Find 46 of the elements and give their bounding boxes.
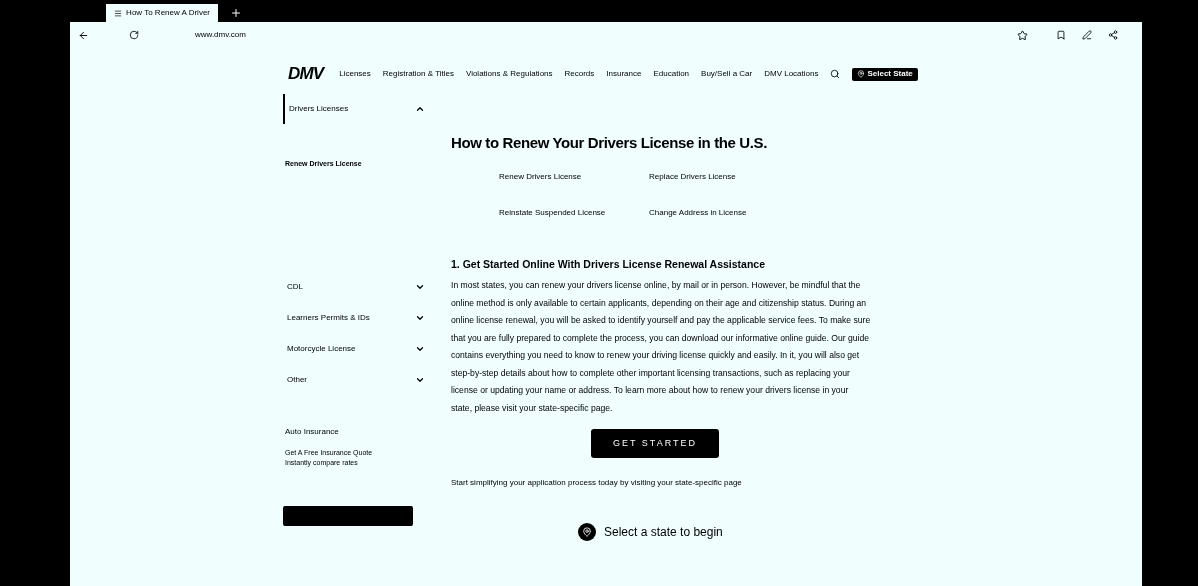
select-state-button[interactable]: Select State [852, 67, 918, 81]
nav-link[interactable]: Violations & Regulations [465, 68, 553, 80]
topic-link[interactable]: Renew Drivers License [499, 170, 649, 183]
topic-link[interactable]: Replace Drivers License [649, 170, 799, 183]
page-title: How to Renew Your Drivers License in the U.S. [451, 133, 768, 153]
sidebar-section[interactable]: Learners Permits & IDs [283, 302, 431, 334]
logo[interactable]: DMV [288, 61, 324, 87]
tab-title: How To Renew A Driver [126, 7, 210, 19]
sidebar-section[interactable]: CDL [283, 271, 431, 303]
page-icon [114, 8, 123, 18]
new-tab-icon[interactable] [230, 7, 242, 19]
nav-link[interactable]: Insurance [606, 68, 642, 80]
section-title: 1. Get Started Online With Drivers License Renewal Assistance [451, 256, 767, 272]
nav-link[interactable]: Buy/Sell a Car [701, 68, 753, 80]
browser-tab[interactable]: How To Renew A Driver [106, 4, 218, 22]
topic-link[interactable]: Change Address in License [649, 206, 799, 219]
sidebar-section[interactable]: Motorcycle License [283, 333, 431, 365]
star-icon[interactable] [1017, 29, 1028, 41]
search-icon[interactable] [830, 69, 841, 79]
nav-link[interactable]: Records [564, 68, 595, 80]
sidebar-section[interactable]: Drivers Licenses [283, 94, 431, 124]
back-icon[interactable] [78, 29, 89, 41]
pen-icon[interactable] [1082, 30, 1092, 40]
bookmark-icon[interactable] [1056, 30, 1066, 40]
chevron-down-icon [415, 344, 425, 354]
pin-icon [578, 523, 596, 542]
body-paragraph: In most states, you can renew your drivers license online, by mail or in person. However, be mindful that the online method is only available to certain applicants, depending on their age and citizenship status. During an online license renewal, you will be asked to identify yourself and pay the applicable service fees. To make sure that you are fully prepared to complete the process, you can download our informative online guide. Our guide contains everything you need to know to renew your driving license quickly and easily. In it, you will also get step-by-step details about how to complete other important licensing transactions, such as replacing your license or updating your name or address. To learn more about how to renew your drivers license in your state, please visit your state-specific page. [451, 279, 871, 415]
select-state-prompt[interactable]: Select a state to begin [604, 523, 723, 542]
chevron-down-icon [415, 313, 425, 323]
note-text: Start simplifying your application process today by visiting your state-specific page [451, 477, 743, 490]
nav-link[interactable]: Licenses [339, 68, 371, 80]
map-pin-icon [857, 70, 866, 78]
get-started-button[interactable]: GET STARTED [591, 429, 719, 459]
promo-title: Auto Insurance [284, 425, 340, 438]
chevron-up-icon [415, 104, 425, 114]
topic-link[interactable]: Reinstate Suspended License [499, 206, 649, 219]
quote-button[interactable] [283, 505, 413, 526]
sidebar-section[interactable]: Other [283, 364, 431, 396]
chevron-down-icon [415, 282, 425, 292]
chevron-down-icon [415, 375, 425, 385]
share-icon[interactable] [1108, 30, 1118, 40]
url-text[interactable]: www.dmv.com [195, 29, 246, 41]
nav-link[interactable]: Education [653, 68, 690, 80]
nav-link[interactable]: Registration & Titles [382, 68, 454, 80]
nav-link[interactable]: DMV Locations [764, 68, 819, 80]
reload-icon[interactable] [129, 30, 139, 40]
